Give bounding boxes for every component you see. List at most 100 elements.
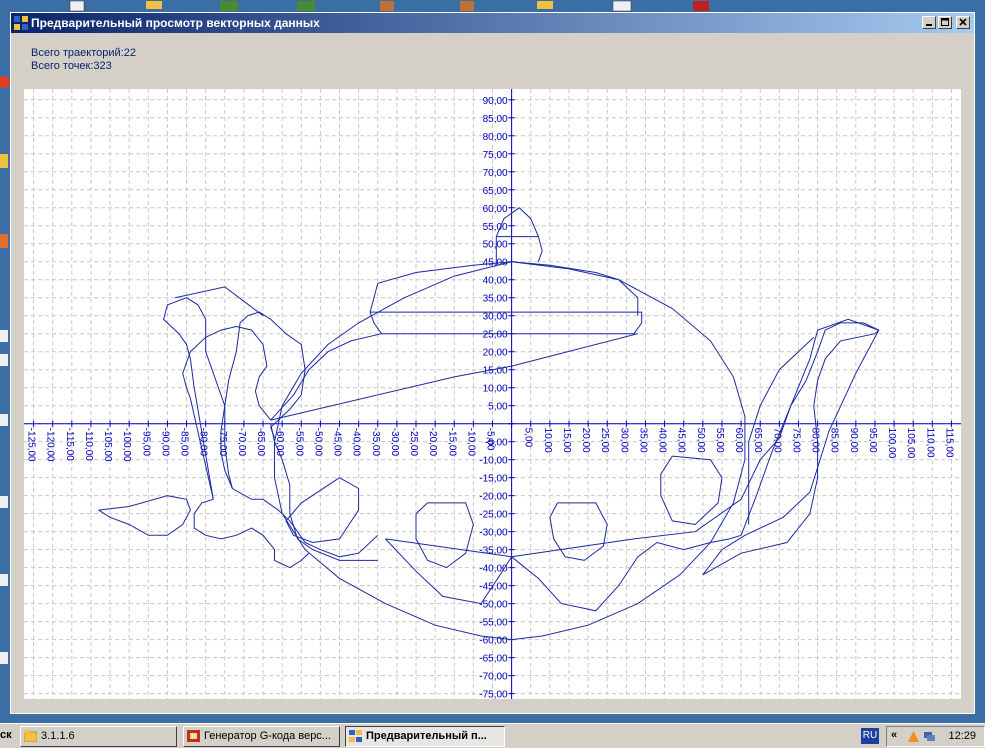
y-tick-label: -35,00 xyxy=(479,546,508,557)
stats-panel: Всего траекторий:22 Всего точек:323 xyxy=(31,47,136,73)
x-tick-label: 75,00 xyxy=(790,428,801,453)
y-tick-label: 40,00 xyxy=(483,276,508,287)
y-tick-label: 35,00 xyxy=(483,294,508,305)
x-tick-label: -105,00 xyxy=(102,428,113,462)
x-tick-label: -35,00 xyxy=(370,428,381,457)
y-tick-label: -65,00 xyxy=(479,654,508,665)
x-tick-label: 40,00 xyxy=(657,428,668,453)
trajectory-path xyxy=(163,297,233,500)
x-tick-label: -115,00 xyxy=(64,428,75,462)
y-tick-label: -10,00 xyxy=(479,456,508,467)
close-icon xyxy=(959,18,967,26)
y-tick-label: -45,00 xyxy=(479,582,508,593)
x-tick-label: -85,00 xyxy=(179,428,190,457)
trajectory-path xyxy=(174,286,264,317)
taskbar-item-label: Генератор G-кода верс... xyxy=(204,730,331,742)
trajectory-path xyxy=(235,311,306,439)
x-tick-label: 65,00 xyxy=(752,428,763,453)
minimize-icon xyxy=(926,24,932,26)
gcode-app-icon xyxy=(187,730,200,742)
y-tick-label: -25,00 xyxy=(479,510,508,521)
y-tick-label: -55,00 xyxy=(479,618,508,629)
x-tick-label: -45,00 xyxy=(332,428,343,457)
network-icon[interactable] xyxy=(923,730,936,743)
trajectory-path xyxy=(193,498,310,569)
x-tick-label: 55,00 xyxy=(714,428,725,453)
vector-preview-canvas[interactable]: -125,00 -120,00 -115,00 -110,00 -105,00 -100,… xyxy=(24,89,961,701)
x-tick-label: 100,00 xyxy=(886,428,897,459)
x-tick-label: -65,00 xyxy=(255,428,266,457)
trajectory-path xyxy=(98,495,191,536)
trajectory-path xyxy=(660,455,723,526)
x-tick-label: 25,00 xyxy=(599,428,610,453)
folder-icon xyxy=(24,730,37,742)
clock: 12:29 xyxy=(948,730,976,742)
x-tick-label: -70,00 xyxy=(236,428,247,457)
app-icon xyxy=(14,16,28,30)
x-tick-label: 60,00 xyxy=(733,428,744,453)
alert-icon[interactable] xyxy=(907,730,920,743)
x-tick-label: -20,00 xyxy=(427,428,438,457)
y-tick-label: 70,00 xyxy=(483,168,508,179)
point-count-label: Всего точек:323 xyxy=(31,60,112,72)
x-tick-label: 20,00 xyxy=(580,428,591,453)
y-tick-label: 30,00 xyxy=(483,312,508,323)
x-tick-label: -25,00 xyxy=(408,428,419,457)
x-tick-label: 110,00 xyxy=(924,428,935,458)
x-tick-label: 115,00 xyxy=(943,428,954,458)
trajectory-path xyxy=(220,351,263,500)
preview-window: Предварительный просмотр векторных данны… xyxy=(10,12,975,714)
language-indicator[interactable]: RU xyxy=(861,728,879,744)
window-title: Предварительный просмотр векторных данны… xyxy=(31,16,320,30)
y-tick-label: -20,00 xyxy=(479,492,508,503)
y-tick-label: 65,00 xyxy=(483,186,508,197)
x-tick-label: 80,00 xyxy=(810,428,821,453)
x-tick-label: 105,00 xyxy=(905,428,916,459)
start-button[interactable]: ск xyxy=(0,726,12,747)
taskbar-item-folder[interactable]: 3.1.1.6 xyxy=(20,726,177,747)
y-tick-label: 75,00 xyxy=(483,150,508,161)
app-icon xyxy=(349,730,362,742)
trajectory-path xyxy=(285,477,360,544)
taskbar-item-label: Предварительный п... xyxy=(366,730,487,742)
x-tick-label: -10,00 xyxy=(465,428,476,457)
tray-expand-icon[interactable]: « xyxy=(891,729,897,741)
y-tick-label: 80,00 xyxy=(483,132,508,143)
x-tick-label: -50,00 xyxy=(312,428,323,457)
taskbar-item-preview[interactable]: Предварительный п... xyxy=(345,726,505,747)
x-tick-label: -110,00 xyxy=(83,428,94,462)
y-tick-label: 55,00 xyxy=(483,222,508,233)
x-tick-label: -125,00 xyxy=(26,428,37,462)
x-tick-label: -30,00 xyxy=(389,428,400,457)
taskbar-item-label: 3.1.1.6 xyxy=(41,730,75,742)
y-tick-label: -5,00 xyxy=(485,438,508,449)
x-tick-label: 45,00 xyxy=(676,428,687,453)
x-tick-label: -120,00 xyxy=(45,428,56,462)
close-button[interactable] xyxy=(956,16,970,29)
y-tick-label: 50,00 xyxy=(483,240,508,251)
x-tick-label: 90,00 xyxy=(848,428,859,453)
x-tick-label: -90,00 xyxy=(159,428,170,457)
y-tick-label: 25,00 xyxy=(483,330,508,341)
taskbar-item-gcode[interactable]: Генератор G-кода верс... xyxy=(183,726,340,747)
x-tick-label: 15,00 xyxy=(561,428,572,453)
y-tick-label: 20,00 xyxy=(483,348,508,359)
trajectory-count-label: Всего траекторий:22 xyxy=(31,47,136,59)
vector-chart: -125,00 -120,00 -115,00 -110,00 -105,00 -100,… xyxy=(24,89,961,701)
minimize-button[interactable] xyxy=(922,16,936,29)
trajectory-path xyxy=(377,261,639,316)
x-tick-label: -95,00 xyxy=(140,428,151,457)
trajectory-path xyxy=(182,325,272,500)
x-tick-label: 85,00 xyxy=(829,428,840,453)
x-tick-label: -60,00 xyxy=(274,428,285,457)
title-bar[interactable]: Предварительный просмотр векторных данны… xyxy=(11,13,974,33)
y-tick-label: 90,00 xyxy=(483,96,508,107)
x-tick-label: 50,00 xyxy=(695,428,706,453)
y-tick-label: -30,00 xyxy=(479,528,508,539)
y-tick-label: 85,00 xyxy=(483,114,508,125)
maximize-button[interactable] xyxy=(938,16,952,29)
x-tick-label: -100,00 xyxy=(121,428,132,462)
trajectory-path xyxy=(274,261,746,641)
y-tick-label: -70,00 xyxy=(479,672,508,683)
trajectory-path xyxy=(415,502,474,569)
